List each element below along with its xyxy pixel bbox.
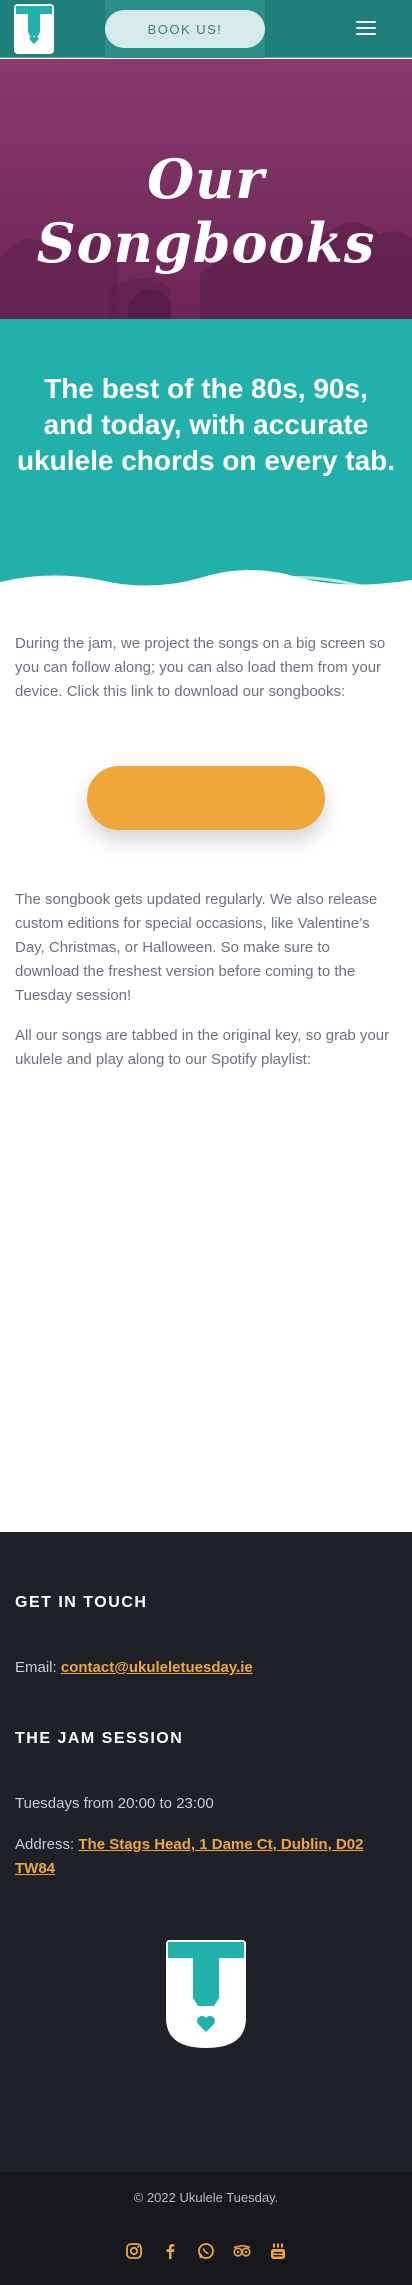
schedule-text: Tuesdays from 20:00 to 23:00 xyxy=(15,1795,214,1812)
ukulele-logo-icon[interactable] xyxy=(14,4,54,54)
facebook-icon[interactable] xyxy=(160,2241,180,2261)
contact-heading: GET IN TOUCH xyxy=(15,1594,148,1611)
site-header: BOOK US! xyxy=(0,0,412,58)
whatsapp-icon[interactable] xyxy=(196,2241,216,2261)
page-title: Our Songbooks xyxy=(36,147,376,275)
email-label: Email: xyxy=(15,1659,57,1676)
youtube-icon[interactable] xyxy=(268,2241,288,2261)
bottom-bar xyxy=(0,2172,412,2285)
intro-heading: The best of the 80s, 90s, and today, wit… xyxy=(16,373,396,476)
footer-ukulele-logo-icon xyxy=(166,1940,246,2048)
copyright-text: © 2022 Ukulele Tuesday. xyxy=(133,2190,279,2205)
songbook-update-paragraph: The songbook gets updated regularly. We … xyxy=(15,891,378,1004)
address-line: Address: The Stags Head, 1 Dame Ct, Dubl… xyxy=(15,1833,397,1881)
email-link[interactable]: contact@ukuleletuesday.ie xyxy=(61,1659,253,1676)
intro-paragraph: During the jam, we project the songs on … xyxy=(15,635,386,700)
hamburger-menu-icon[interactable] xyxy=(356,20,376,36)
book-us-button[interactable]: BOOK US! xyxy=(105,10,265,48)
instagram-icon[interactable] xyxy=(124,2241,144,2261)
jam-session-heading: THE JAM SESSION xyxy=(15,1730,184,1747)
download-songbook-button[interactable] xyxy=(87,766,325,830)
hero-banner: Our Songbooks xyxy=(0,59,412,319)
email-line: Email: contact@ukuleletuesday.ie xyxy=(15,1656,397,1680)
tripadvisor-icon[interactable] xyxy=(232,2241,252,2261)
spotify-paragraph: All our songs are tabbed in the original… xyxy=(15,1027,390,1068)
wave-divider xyxy=(0,570,412,610)
address-label: Address: xyxy=(15,1836,75,1853)
intro-section: The best of the 80s, 90s, and today, wit… xyxy=(0,319,412,599)
